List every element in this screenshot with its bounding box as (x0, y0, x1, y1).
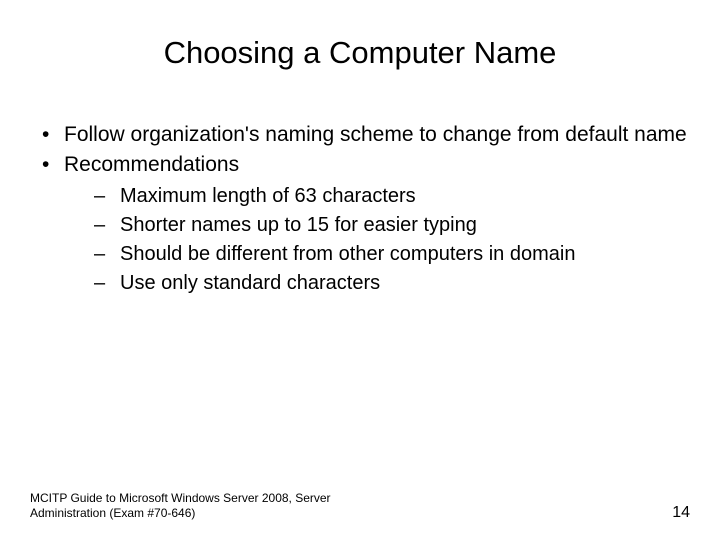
bullet-item: Recommendations Maximum length of 63 cha… (40, 151, 690, 295)
slide-container: Choosing a Computer Name Follow organiza… (0, 0, 720, 540)
sub-bullet-item: Use only standard characters (94, 270, 690, 296)
sub-bullet-list: Maximum length of 63 characters Shorter … (64, 183, 690, 296)
sub-bullet-item: Maximum length of 63 characters (94, 183, 690, 209)
bullet-text: Recommendations (64, 153, 239, 176)
footer-source-text: MCITP Guide to Microsoft Windows Server … (30, 491, 380, 522)
slide-title: Choosing a Computer Name (30, 35, 690, 71)
slide-footer: MCITP Guide to Microsoft Windows Server … (30, 491, 690, 522)
bullet-item: Follow organization's naming scheme to c… (40, 121, 690, 148)
page-number: 14 (672, 504, 690, 522)
sub-bullet-item: Shorter names up to 15 for easier typing (94, 212, 690, 238)
slide-content: Follow organization's naming scheme to c… (30, 121, 690, 296)
sub-bullet-item: Should be different from other computers… (94, 241, 690, 267)
main-bullet-list: Follow organization's naming scheme to c… (40, 121, 690, 296)
